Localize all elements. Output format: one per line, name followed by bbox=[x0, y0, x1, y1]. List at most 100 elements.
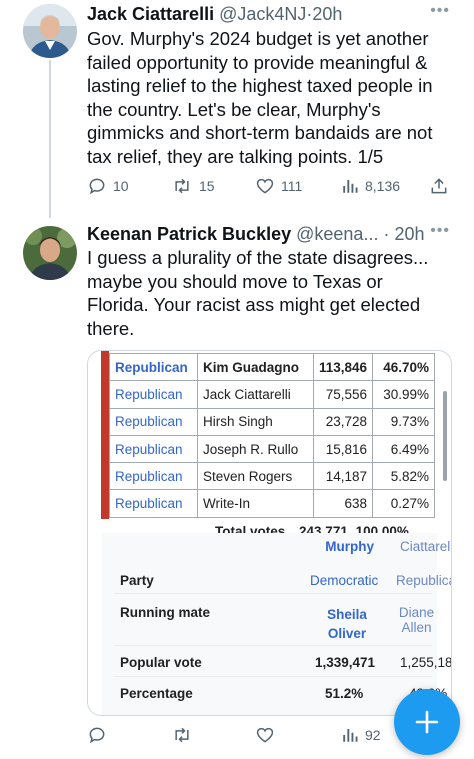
table-row: Republican Jack Ciattarelli 75,556 30.99… bbox=[109, 380, 436, 409]
tweet-header: Jack Ciattarelli @Jack4NJ·20h bbox=[87, 2, 342, 26]
dot-separator: · bbox=[378, 224, 395, 244]
heart-icon bbox=[256, 727, 274, 743]
like-count: 111 bbox=[281, 178, 303, 194]
tweet-text: Gov. Murphy's 2024 budget is yet another… bbox=[87, 27, 447, 168]
popular-vote-murphy: 1,339,471 bbox=[315, 655, 376, 670]
candidate-cell: Joseph R. Rullo bbox=[197, 434, 314, 464]
percent-cell: 0.27% bbox=[372, 489, 436, 518]
retweet-icon bbox=[175, 178, 189, 194]
retweet-count: 15 bbox=[199, 178, 215, 194]
avatar-keenan-buckley[interactable] bbox=[23, 226, 77, 280]
popular-vote-ciattarelli: 1,255,185 bbox=[400, 655, 452, 670]
author-handle[interactable]: @Jack4NJ bbox=[219, 4, 306, 24]
percent-cell: 5.82% bbox=[372, 462, 436, 491]
candidate-cell: Jack Ciattarelli bbox=[197, 380, 314, 409]
candidate-murphy[interactable]: Murphy bbox=[325, 539, 374, 554]
votes-cell: 23,728 bbox=[312, 407, 374, 436]
share-button[interactable] bbox=[429, 176, 449, 196]
candidate-cell: Kim Guadagno bbox=[197, 352, 314, 382]
divider bbox=[114, 676, 432, 677]
author-name[interactable]: Jack Ciattarelli bbox=[87, 4, 214, 24]
party-ciattarelli[interactable]: Republican bbox=[396, 573, 451, 588]
views-button[interactable]: 8,136 bbox=[341, 177, 400, 195]
retweet-icon bbox=[175, 727, 189, 743]
votes-cell: 14,187 bbox=[312, 462, 374, 491]
author-name[interactable]: Keenan Patrick Buckley bbox=[87, 224, 291, 244]
primary-results-table: Republican Kim Guadagno 113,846 46.70% R… bbox=[109, 352, 436, 518]
candidate-cell: Hirsh Singh bbox=[197, 407, 314, 436]
divider bbox=[114, 593, 432, 594]
party-cell[interactable]: Republican bbox=[109, 380, 198, 409]
percent-cell: 46.70% bbox=[372, 352, 436, 382]
tweet-line: gimmicks and short-term bandaids are not bbox=[87, 122, 433, 143]
table-row: Republican Steven Rogers 14,187 5.82% bbox=[109, 462, 436, 491]
tweet-line: Florida. Your racist ass might get elect… bbox=[87, 294, 421, 315]
percentage-murphy: 51.2% bbox=[325, 686, 364, 701]
reply-count: 10 bbox=[113, 178, 129, 194]
compose-button[interactable] bbox=[394, 689, 460, 755]
timestamp[interactable]: 20h bbox=[312, 4, 342, 24]
thread-line bbox=[49, 60, 51, 218]
more-options-icon[interactable]: ••• bbox=[430, 2, 450, 20]
reply-icon bbox=[89, 178, 105, 195]
author-handle[interactable]: @keena... bbox=[296, 224, 378, 244]
party-cell[interactable]: Republican bbox=[109, 434, 198, 464]
tweet-line: there. bbox=[87, 317, 135, 339]
tweet-line: Gov. Murphy's 2024 budget is yet another bbox=[87, 28, 429, 49]
scrollbar[interactable] bbox=[443, 391, 447, 481]
percent-cell: 30.99% bbox=[372, 380, 436, 409]
votes-cell: 113,846 bbox=[312, 352, 374, 382]
running-mate-murphy[interactable]: Sheila Oliver bbox=[322, 605, 372, 643]
heart-icon bbox=[256, 178, 274, 194]
republican-color-bar bbox=[101, 351, 109, 519]
reply-button[interactable] bbox=[87, 725, 107, 745]
running-mate-ciattarelli[interactable]: Diane Allen bbox=[396, 605, 437, 635]
votes-cell: 638 bbox=[312, 489, 374, 518]
tweet-header: Keenan Patrick Buckley @keena... · 20h bbox=[87, 222, 425, 246]
reply-button[interactable]: 10 bbox=[87, 176, 129, 196]
tweet-jack-ciattarelli[interactable]: Jack Ciattarelli @Jack4NJ·20h ••• Gov. M… bbox=[0, 0, 474, 222]
timestamp[interactable]: 20h bbox=[394, 224, 424, 244]
party-cell[interactable]: Republican bbox=[109, 407, 198, 436]
like-button[interactable]: 111 bbox=[255, 176, 302, 196]
share-icon bbox=[431, 178, 447, 194]
tweet-line: tax relief, they are talking points. 1/5 bbox=[87, 145, 384, 167]
view-count: 92 bbox=[365, 727, 381, 743]
party-cell[interactable]: Republican bbox=[109, 489, 198, 518]
party-cell[interactable]: Republican bbox=[109, 462, 198, 491]
retweet-button[interactable]: 15 bbox=[171, 176, 215, 196]
candidate-ciattarelli[interactable]: Ciattarelli bbox=[400, 539, 451, 554]
plus-icon bbox=[415, 710, 439, 734]
table-row: Republican Kim Guadagno 113,846 46.70% bbox=[109, 352, 436, 382]
running-mate-label: Running mate bbox=[120, 605, 210, 620]
percent-cell: 6.49% bbox=[372, 434, 436, 464]
views-button[interactable]: 92 bbox=[341, 726, 381, 744]
votes-cell: 15,816 bbox=[312, 434, 374, 464]
table-row: Republican Joseph R. Rullo 15,816 6.49% bbox=[109, 434, 436, 464]
party-label: Party bbox=[120, 573, 154, 588]
party-murphy[interactable]: Democratic bbox=[310, 573, 378, 588]
divider bbox=[114, 645, 432, 646]
election-infobox: Murphy Ciattarelli Party Democratic Repu… bbox=[102, 533, 451, 715]
tweet-line: I guess a plurality of the state disagre… bbox=[87, 247, 429, 268]
table-row: Republican Hirsh Singh 23,728 9.73% bbox=[109, 407, 436, 436]
avatar-jack-ciattarelli[interactable] bbox=[23, 4, 77, 58]
tweet-text: I guess a plurality of the state disagre… bbox=[87, 246, 457, 340]
retweet-button[interactable] bbox=[171, 725, 193, 745]
attached-image[interactable]: Republican Kim Guadagno 113,846 46.70% R… bbox=[87, 350, 452, 716]
more-options-icon[interactable]: ••• bbox=[430, 222, 450, 240]
reply-icon bbox=[89, 727, 105, 744]
tweet-line: failed opportunity to provide meaningful… bbox=[87, 51, 428, 73]
tweet-line: lasting relief to the highest taxed peop… bbox=[87, 75, 433, 96]
percentage-label: Percentage bbox=[120, 686, 193, 701]
tweet-actions: 10 15 111 8,136 bbox=[87, 173, 457, 199]
view-count: 8,136 bbox=[365, 178, 401, 194]
candidate-cell: Steven Rogers bbox=[197, 462, 314, 491]
party-cell[interactable]: Republican bbox=[109, 352, 198, 382]
like-button[interactable] bbox=[255, 725, 275, 745]
percent-cell: 9.73% bbox=[372, 407, 436, 436]
popular-vote-label: Popular vote bbox=[120, 655, 202, 670]
tweet-line: maybe you should move to Texas or bbox=[87, 270, 383, 292]
tweet-line: the country. Let's be clear, Murphy's bbox=[87, 98, 381, 120]
votes-cell: 75,556 bbox=[312, 380, 374, 409]
